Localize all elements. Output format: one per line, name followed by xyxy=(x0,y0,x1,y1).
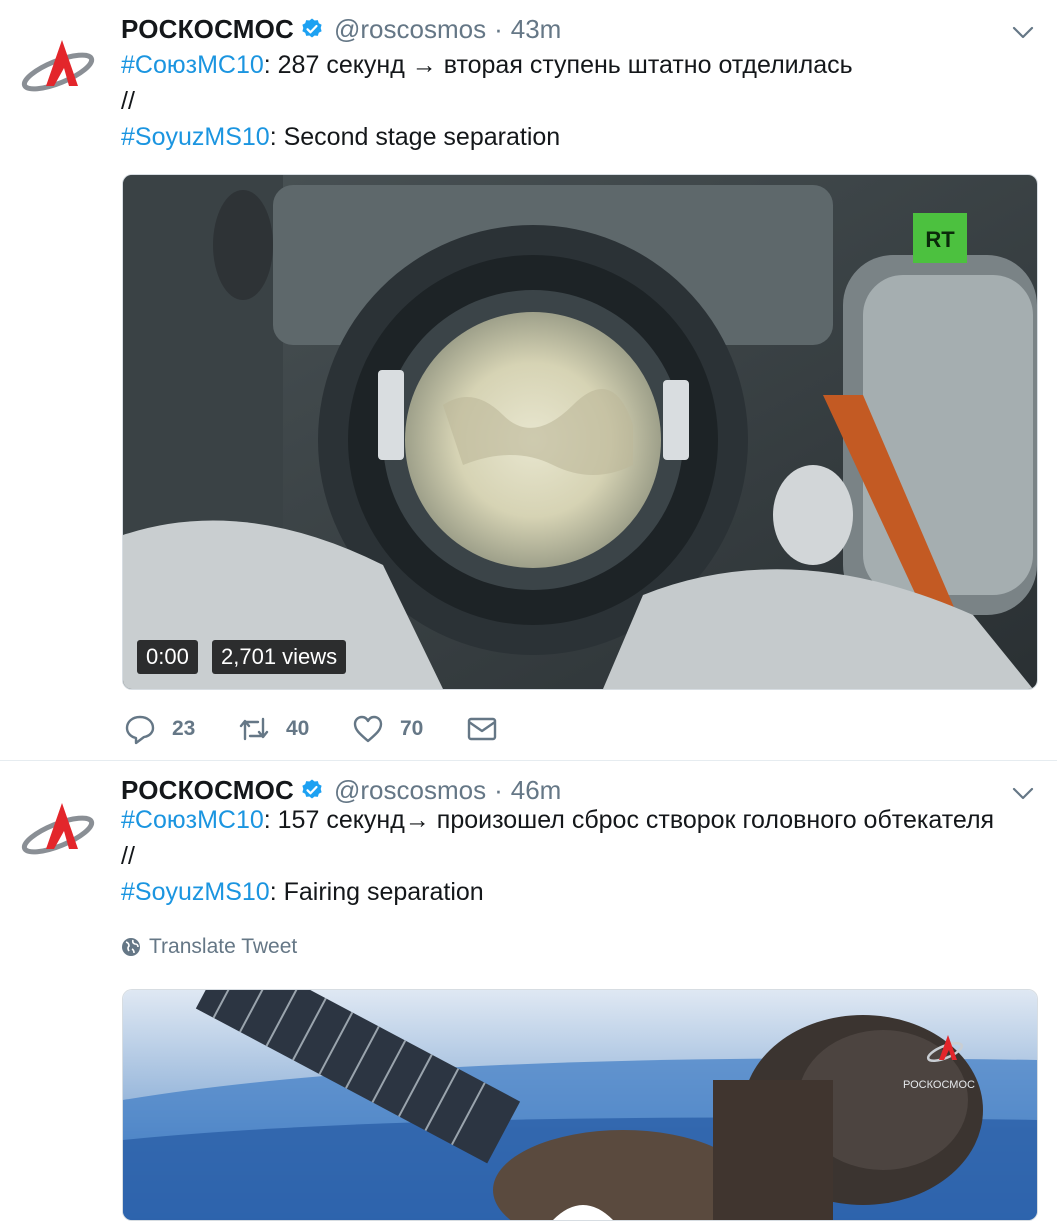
tweet-text: #СоюзМС10: 157 секунд→ произошел сброс с… xyxy=(121,802,994,910)
separator-dot: · xyxy=(494,774,503,805)
hashtag-link[interactable]: #SoyuzMS10 xyxy=(121,878,270,906)
tweet[interactable]: РОСКОСМОС @roscosmos · 43m #СоюзМС10: 28… xyxy=(0,0,1057,760)
hashtag-link[interactable]: #СоюзМС10 xyxy=(121,51,264,79)
video-player[interactable]: РОСКОСМОС xyxy=(122,989,1038,1221)
retweet-icon xyxy=(239,717,269,741)
video-views-badge: 2,701 views xyxy=(212,640,347,674)
dm-icon xyxy=(467,717,497,741)
translate-tweet-label: Translate Tweet xyxy=(149,935,298,958)
tweet-timestamp[interactable]: 46m xyxy=(511,775,562,806)
rt-logo-text: RT xyxy=(925,227,955,252)
video-time-badge: 0:00 xyxy=(137,640,198,674)
tweet-text-segment: // xyxy=(121,87,135,115)
retweet-button[interactable]: 40 xyxy=(238,713,322,745)
author-handle[interactable]: @roscosmos xyxy=(334,14,486,45)
translate-tweet-link[interactable]: Translate Tweet xyxy=(121,935,297,959)
like-count: 70 xyxy=(400,717,424,740)
hashtag-link[interactable]: #SoyuzMS10 xyxy=(121,123,270,151)
retweet-count: 40 xyxy=(286,717,310,740)
like-button[interactable]: 70 xyxy=(352,713,436,745)
tweet[interactable]: РОСКОСМОС @roscosmos · 46m #СоюзМС10: 15… xyxy=(0,761,1057,1221)
video-frame: RT xyxy=(123,175,1037,689)
like-icon xyxy=(353,715,383,743)
author-name[interactable]: РОСКОСМОС xyxy=(121,775,294,806)
separator-dot: · xyxy=(494,13,503,44)
verified-badge-icon xyxy=(302,779,322,799)
globe-icon xyxy=(122,938,140,956)
author-handle[interactable]: @roscosmos xyxy=(334,775,486,806)
author-name[interactable]: РОСКОСМОС xyxy=(121,14,294,45)
reply-icon xyxy=(125,715,155,745)
reply-button[interactable]: 23 xyxy=(124,713,208,745)
tweet-text-segment: : 157 секунд→ произошел сброс створок го… xyxy=(263,806,995,834)
roscosmos-logo-icon[interactable] xyxy=(20,797,100,857)
reply-count: 23 xyxy=(172,717,196,740)
roscosmos-logo-icon[interactable] xyxy=(20,34,100,94)
tweet-text-segment: : 287 секунд → вторая ступень штатно отд… xyxy=(263,51,853,79)
tweet-text-segment: : Fairing separation xyxy=(269,878,484,906)
direct-message-button[interactable] xyxy=(466,713,498,745)
tweet-text: #СоюзМС10: 287 секунд → вторая ступень ш… xyxy=(121,47,853,155)
verified-badge-icon xyxy=(302,18,322,38)
tweet-timestamp[interactable]: 43m xyxy=(511,14,562,45)
video-frame: РОСКОСМОС xyxy=(123,990,1037,1220)
watermark-text: РОСКОСМОС xyxy=(903,1079,975,1091)
chevron-down-icon[interactable] xyxy=(1011,22,1035,42)
tweet-header: РОСКОСМОС @roscosmos · 43m xyxy=(121,12,561,46)
video-player[interactable]: RT 0:00 2,701 views xyxy=(122,174,1038,690)
tweet-text-segment: : Second stage separation xyxy=(269,123,561,151)
chevron-down-icon[interactable] xyxy=(1011,783,1035,803)
tweet-actions: 23 40 70 xyxy=(124,712,528,746)
tweet-text-segment: // xyxy=(121,842,135,870)
hashtag-link[interactable]: #СоюзМС10 xyxy=(121,806,264,834)
